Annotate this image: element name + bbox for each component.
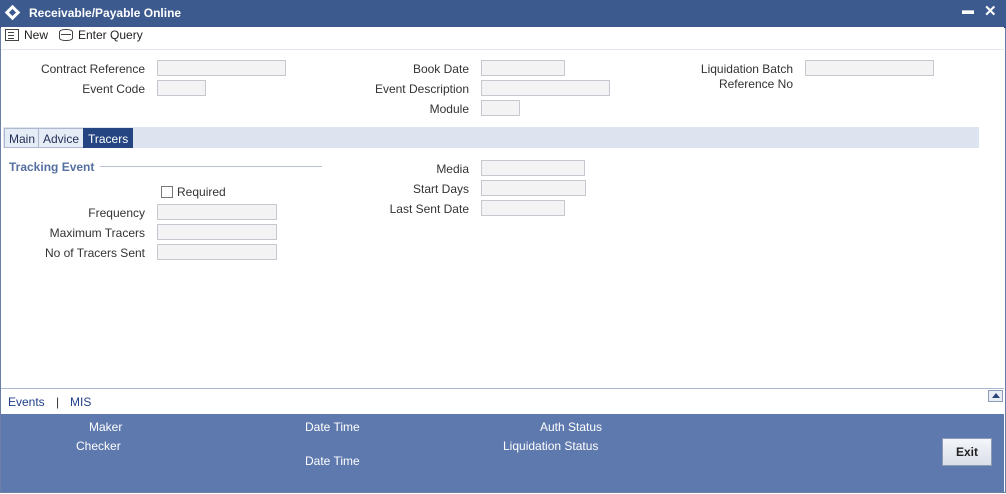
required-label: Required [177,185,226,199]
event-description-field[interactable] [481,80,610,96]
new-button[interactable]: New [5,28,48,42]
start-days-label: Start Days [412,182,469,196]
event-code-label: Event Code [82,82,145,96]
tab-main[interactable]: Main [4,128,41,148]
auth-status-label: Auth Status [540,420,603,434]
window-title: Receivable/Payable Online [29,6,182,20]
frequency-field[interactable] [157,204,277,220]
close-icon[interactable]: ✕ [984,2,997,20]
tracers-sent-label: No of Tracers Sent [44,246,145,260]
link-separator: | [56,395,60,409]
enter-query-button[interactable]: Enter Query [59,28,143,42]
section-divider [100,166,322,167]
contract-reference-field[interactable] [157,60,286,76]
required-checkbox[interactable] [161,186,173,198]
checker-label: Checker [76,439,121,453]
event-description-label: Event Description [374,82,469,96]
audit-footer [1,414,1004,492]
mis-link[interactable]: MIS [70,395,91,409]
start-days-field[interactable] [481,180,586,196]
module-field[interactable] [481,100,520,116]
last-sent-date-label: Last Sent Date [389,202,469,216]
tab-bar [3,127,979,148]
module-label: Module [429,102,469,116]
enter-query-label: Enter Query [78,28,143,42]
maker-date-time-label: Date Time [305,420,360,434]
tracers-sent-field[interactable] [157,244,277,260]
events-link[interactable]: Events [8,395,45,409]
database-query-icon [59,29,73,41]
bottom-links-bar [1,388,1004,414]
liquidation-batch-reference-field[interactable] [805,60,934,76]
contract-reference-label: Contract Reference [40,62,145,76]
maximum-tracers-field[interactable] [157,224,277,240]
book-date-label: Book Date [412,62,469,76]
maker-label: Maker [89,420,123,434]
media-label: Media [436,162,469,176]
tab-tracers[interactable]: Tracers [83,128,134,148]
new-document-icon [5,29,19,41]
collapse-up-icon[interactable] [988,390,1003,402]
checker-date-time-label: Date Time [305,454,360,468]
liquidation-batch-reference-label: Reference No [718,77,793,91]
tracking-event-section-title: Tracking Event [9,160,95,174]
tab-advice[interactable]: Advice [38,128,85,148]
minimize-icon[interactable]: ▬ [962,3,974,17]
liquidation-batch-label: Liquidation Batch [700,62,793,76]
exit-button[interactable]: Exit [942,438,992,466]
last-sent-date-field[interactable] [481,200,565,216]
toolbar [1,27,1004,47]
event-code-field[interactable] [157,80,206,96]
book-date-field[interactable] [481,60,565,76]
new-button-label: New [24,28,49,42]
media-field[interactable] [481,160,585,176]
frequency-label: Frequency [88,206,145,220]
liquidation-status-label: Liquidation Status [503,439,599,453]
maximum-tracers-label: Maximum Tracers [49,226,145,240]
